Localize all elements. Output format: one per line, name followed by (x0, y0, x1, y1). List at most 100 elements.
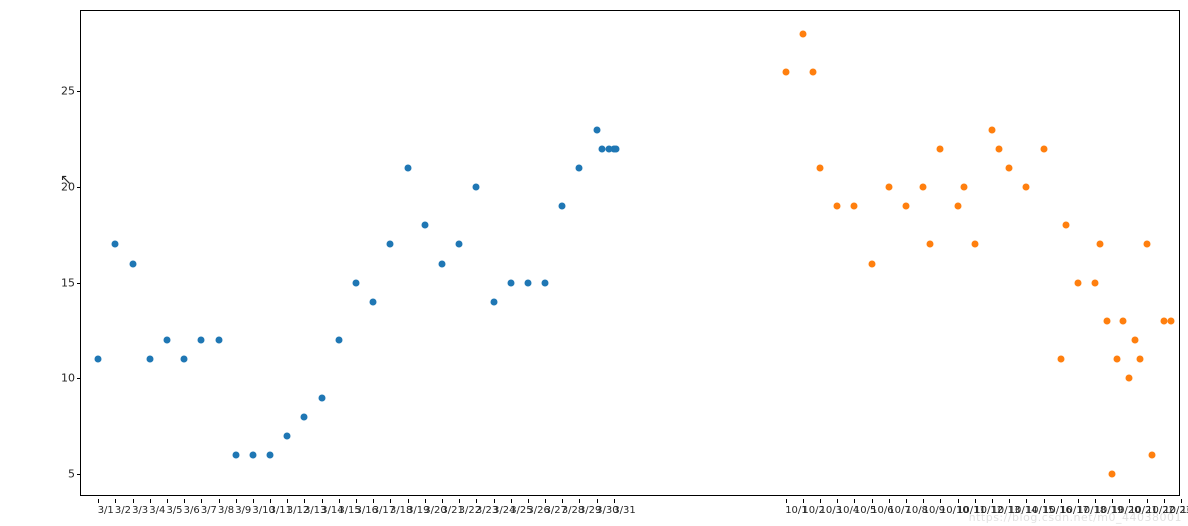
data-point (370, 298, 377, 305)
x-tick-label: 3/14 (321, 505, 322, 516)
data-point (438, 260, 445, 267)
data-point (387, 241, 394, 248)
x-tick-label: 3/19 (407, 505, 408, 516)
x-tick-label: 10/6 (871, 505, 872, 516)
data-point (988, 126, 995, 133)
data-point (1023, 184, 1030, 191)
data-point (404, 164, 411, 171)
x-tick-label: 3/8 (218, 505, 219, 516)
x-tick-label: 3/7 (201, 505, 202, 516)
x-tick-label: 10/9 (923, 505, 924, 516)
x-tick-label: 3/15 (338, 505, 339, 516)
data-point (1006, 164, 1013, 171)
data-point (799, 30, 806, 37)
data-point (249, 451, 256, 458)
x-tick-label: 10/21 (1129, 505, 1130, 516)
data-point (456, 241, 463, 248)
x-tick-label: 10/14 (1009, 505, 1010, 516)
x-tick-label: 10/24 (1181, 505, 1182, 516)
x-tick-label: 3/27 (545, 505, 546, 516)
x-tick-label: 3/9 (235, 505, 236, 516)
data-point (1109, 471, 1116, 478)
data-point (971, 241, 978, 248)
data-point (1062, 222, 1069, 229)
x-tick-label: 3/5 (166, 505, 167, 516)
data-point (593, 126, 600, 133)
data-point (559, 203, 566, 210)
x-tick-label: 3/17 (373, 505, 374, 516)
data-point (885, 184, 892, 191)
data-point (1104, 317, 1111, 324)
data-point (284, 432, 291, 439)
x-tick-label: 3/18 (390, 505, 391, 516)
x-tick-label: 3/23 (476, 505, 477, 516)
data-point (163, 337, 170, 344)
x-tick-label: 10/4 (837, 505, 838, 516)
data-point (232, 451, 239, 458)
x-tick-label: 10/11 (957, 505, 958, 516)
data-point (301, 413, 308, 420)
x-tick-label: 3/31 (613, 505, 614, 516)
data-point (817, 164, 824, 171)
data-point (1074, 279, 1081, 286)
x-tick-label: 3/4 (149, 505, 150, 516)
data-point (1040, 145, 1047, 152)
x-tick-label: 10/3 (820, 505, 821, 516)
data-point (920, 184, 927, 191)
x-tick-label: 3/25 (510, 505, 511, 516)
x-tick-label: 3/21 (441, 505, 442, 516)
data-point (129, 260, 136, 267)
data-point (1092, 279, 1099, 286)
y-tick-label: 15 (61, 276, 81, 289)
x-tick-label: 3/12 (287, 505, 288, 516)
data-point (1148, 451, 1155, 458)
x-tick-label: 10/16 (1043, 505, 1044, 516)
data-point (576, 164, 583, 171)
x-tick-label: 10/19 (1095, 505, 1096, 516)
data-point (215, 337, 222, 344)
data-point (1114, 356, 1121, 363)
data-point (937, 145, 944, 152)
data-point (353, 279, 360, 286)
x-tick-label: 3/3 (132, 505, 133, 516)
x-tick-label: 3/10 (252, 505, 253, 516)
data-point (927, 241, 934, 248)
x-tick-label: 10/5 (854, 505, 855, 516)
x-tick-label: 3/1 (98, 505, 99, 516)
y-tick-label: 25 (61, 85, 81, 98)
data-point (335, 337, 342, 344)
data-point (868, 260, 875, 267)
x-tick-label: 10/17 (1060, 505, 1061, 516)
x-tick-label: 3/26 (527, 505, 528, 516)
x-tick-label: 3/6 (184, 505, 185, 516)
data-point (267, 451, 274, 458)
data-point (1136, 356, 1143, 363)
data-point (112, 241, 119, 248)
x-tick-label: 10/15 (1026, 505, 1027, 516)
y-tick-label: 5 (68, 468, 81, 481)
x-tick-label: 3/30 (596, 505, 597, 516)
data-point (1143, 241, 1150, 248)
data-point (1167, 317, 1174, 324)
data-point (782, 69, 789, 76)
data-point (198, 337, 205, 344)
data-point (954, 203, 961, 210)
y-tick-label: 10 (61, 372, 81, 385)
data-point (181, 356, 188, 363)
data-point (1097, 241, 1104, 248)
x-tick-label: 10/22 (1146, 505, 1147, 516)
data-point (1126, 375, 1133, 382)
data-point (903, 203, 910, 210)
data-point (490, 298, 497, 305)
data-point (961, 184, 968, 191)
x-tick-label: 10/20 (1112, 505, 1113, 516)
data-point (834, 203, 841, 210)
x-tick-label: 3/22 (459, 505, 460, 516)
data-point (612, 145, 619, 152)
x-tick-label: 3/28 (562, 505, 563, 516)
data-point (507, 279, 514, 286)
x-tick-label: 3/13 (304, 505, 305, 516)
data-point (473, 184, 480, 191)
data-point (542, 279, 549, 286)
figure: 5101520253/13/23/33/43/53/63/73/83/93/10… (0, 0, 1188, 526)
